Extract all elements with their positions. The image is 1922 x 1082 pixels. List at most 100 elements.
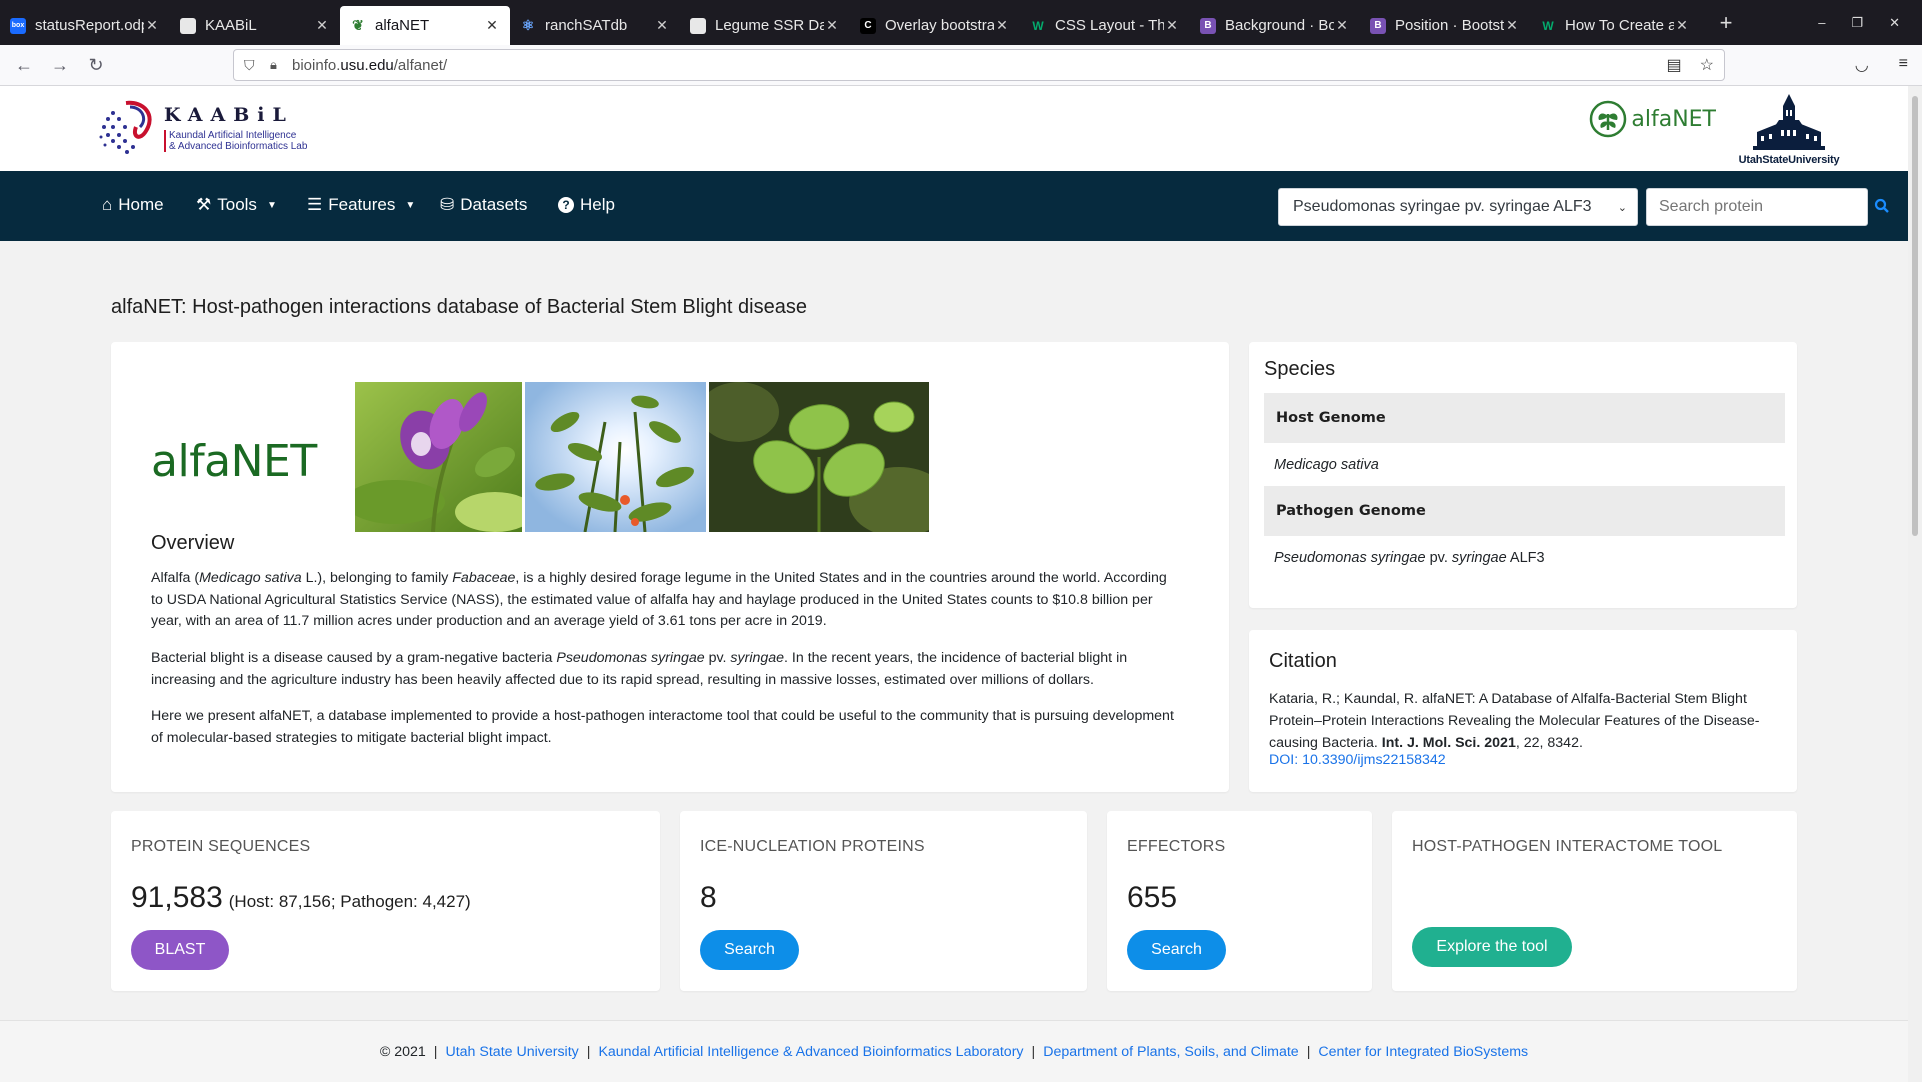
tab-label: Overlay bootstrap <box>885 17 994 34</box>
footer-link-kaabil[interactable]: Kaundal Artificial Intelligence & Advanc… <box>598 1044 1023 1060</box>
nav-help[interactable]: ? Help <box>558 195 615 215</box>
close-icon[interactable]: ✕ <box>1674 17 1690 34</box>
minimize-icon[interactable]: – <box>1818 15 1825 30</box>
reader-view-icon[interactable]: ▤ <box>1667 55 1682 75</box>
alfalfa-plant-sunlight-image <box>525 382 706 532</box>
overview-paragraph-3: Here we present alfaNET, a database impl… <box>151 708 1174 746</box>
footer-link-psc[interactable]: Department of Plants, Soils, and Climate <box>1043 1044 1299 1060</box>
footer-copyright: © 2021 <box>379 1043 426 1060</box>
footer-link-usu[interactable]: Utah State University <box>445 1044 578 1060</box>
forward-icon[interactable]: → <box>42 55 78 76</box>
close-icon[interactable]: ✕ <box>824 17 840 34</box>
reload-icon[interactable]: ↻ <box>78 55 114 76</box>
browser-tab[interactable]: W CSS Layout - The ✕ <box>1020 9 1190 43</box>
species-select[interactable]: Pseudomonas syringae pv. syringae ALF3 ⌄ <box>1278 188 1638 226</box>
close-icon[interactable]: ✕ <box>484 17 500 34</box>
bootstrap-icon: B <box>1200 17 1216 34</box>
browser-tab[interactable]: ⚛ ranchSATdb ✕ <box>510 9 680 43</box>
close-window-icon[interactable]: ✕ <box>1889 15 1900 31</box>
search-protein-input[interactable] <box>1646 188 1868 226</box>
browser-tab[interactable]: W How To Create an ✕ <box>1530 9 1700 43</box>
scrollbar-thumb[interactable] <box>1912 96 1918 536</box>
browser-toolbar: ← → ↻ ⛉ 🔒︎ bioinfo.usu.edu/alfanet/ ▤ ☆ … <box>0 45 1922 86</box>
tab-label: Background · Boo <box>1225 17 1334 34</box>
ice-nucleation-label: ICE-NUCLEATION PROTEINS <box>700 838 925 855</box>
browser-tab-active[interactable]: ❦ alfaNET ✕ <box>340 6 510 45</box>
effectors-search-button[interactable]: Search <box>1127 930 1226 970</box>
overview-heading: Overview <box>151 532 235 554</box>
question-icon: ? <box>558 197 574 213</box>
browser-tab[interactable]: Legume SSR Data ✕ <box>680 9 850 43</box>
close-icon[interactable]: ✕ <box>994 17 1010 34</box>
browser-tab[interactable]: KAABiL ✕ <box>170 9 340 43</box>
tab-label: ranchSATdb <box>545 17 628 34</box>
species-card: Species Host Genome Medicago sativa Path… <box>1249 342 1797 608</box>
browser-tab[interactable]: box statusReport.odp ✕ <box>0 9 170 43</box>
page: KAABiL Kaundal Artificial Intelligence &… <box>0 86 1908 1082</box>
nav-home[interactable]: ⌂ Home <box>102 195 164 215</box>
caret-down-icon: ▼ <box>266 199 277 211</box>
close-icon[interactable]: ✕ <box>144 17 160 34</box>
browser-tab[interactable]: C Overlay bootstrap ✕ <box>850 9 1020 43</box>
browser-tab[interactable]: B Background · Boo ✕ <box>1190 9 1360 43</box>
bookmark-star-icon[interactable]: ☆ <box>1700 55 1714 75</box>
overview-paragraph-2: Bacterial blight is a disease caused by … <box>151 650 1128 688</box>
ice-nucleation-card: ICE-NUCLEATION PROTEINS 8 Search <box>680 811 1087 991</box>
effectors-value: 655 <box>1127 881 1178 914</box>
alfalfa-leaves-image <box>709 382 929 532</box>
main-navbar: ⌂ Home ⚒ Tools ▼ ☰ Features ▼ ⛁ Datasets… <box>0 171 1908 241</box>
usu-wordmark: UtahStateUniversity <box>1738 154 1840 166</box>
back-icon[interactable]: ← <box>6 55 42 76</box>
alfanet-logo-text: alfaNET <box>151 436 317 487</box>
nav-tools-dropdown[interactable]: ⚒ Tools ▼ <box>196 195 277 215</box>
shield-icon[interactable]: ⛉ <box>244 57 260 74</box>
protein-sequences-card: PROTEIN SEQUENCES 91,583 (Host: 87,156; P… <box>111 811 660 991</box>
effectors-card: EFFECTORS 655 Search <box>1107 811 1372 991</box>
overview-card: alfaNET Overview Alfalfa (Medicago sativ… <box>111 342 1229 792</box>
menu-icon[interactable]: ≡ <box>1899 55 1908 75</box>
c-logo-icon: C <box>860 17 876 34</box>
lock-icon[interactable]: 🔒︎ <box>270 57 286 73</box>
close-icon[interactable]: ✕ <box>1504 17 1520 34</box>
blast-button[interactable]: BLAST <box>131 930 229 970</box>
close-icon[interactable]: ✕ <box>314 17 330 34</box>
footer: © 2021 | Utah State University | Kaundal… <box>0 1020 1908 1082</box>
protein-sequences-value: 91,583 (Host: 87,156; Pathogen: 4,427) <box>131 881 471 914</box>
restore-icon[interactable]: ❐ <box>1851 15 1863 31</box>
close-icon[interactable]: ✕ <box>1164 17 1180 34</box>
browser-tab[interactable]: B Position · Bootstr ✕ <box>1360 9 1530 43</box>
search-icon[interactable] <box>1874 198 1890 219</box>
close-icon[interactable]: ✕ <box>1334 17 1350 34</box>
protein-sequences-breakdown: (Host: 87,156; Pathogen: 4,427) <box>228 892 471 911</box>
tab-label: alfaNET <box>375 17 430 34</box>
interactome-tool-label: HOST-PATHOGEN INTERACTOME TOOL <box>1412 838 1723 855</box>
page-scrollbar[interactable] <box>1908 86 1922 1082</box>
kaabil-logo[interactable]: KAABiL Kaundal Artificial Intelligence &… <box>96 94 336 162</box>
site-header: KAABiL Kaundal Artificial Intelligence &… <box>0 86 1908 171</box>
interactome-tool-card: HOST-PATHOGEN INTERACTOME TOOL Explore t… <box>1392 811 1797 991</box>
pocket-icon[interactable]: ◡ <box>1855 55 1869 75</box>
alfanet-header-logo[interactable]: alfaNET <box>1589 100 1716 138</box>
database-icon: ⛁ <box>440 195 455 214</box>
doi-link[interactable]: DOI: 10.3390/ijms22158342 <box>1269 752 1446 768</box>
page-title: alfaNET: Host-pathogen interactions data… <box>111 296 807 318</box>
close-icon[interactable]: ✕ <box>654 17 670 34</box>
box-icon: box <box>10 17 26 34</box>
ice-search-button[interactable]: Search <box>700 930 799 970</box>
url-text[interactable]: bioinfo.usu.edu/alfanet/ <box>292 57 447 74</box>
address-bar[interactable]: ⛉ 🔒︎ bioinfo.usu.edu/alfanet/ ▤ ☆ <box>233 49 1725 81</box>
nav-features-dropdown[interactable]: ☰ Features ▼ <box>307 195 415 215</box>
usu-logo[interactable]: UtahStateUniversity <box>1730 92 1848 168</box>
tab-label: CSS Layout - The <box>1055 17 1164 34</box>
alfanet-header-text: alfaNET <box>1631 106 1716 132</box>
document-icon <box>690 17 706 34</box>
caret-down-icon: ▼ <box>405 199 416 211</box>
new-tab-icon[interactable]: + <box>1714 10 1738 36</box>
effectors-label: EFFECTORS <box>1127 838 1226 855</box>
explore-tool-button[interactable]: Explore the tool <box>1412 927 1572 967</box>
footer-link-cib[interactable]: Center for Integrated BioSystems <box>1318 1044 1528 1060</box>
home-icon: ⌂ <box>102 195 113 214</box>
nav-datasets[interactable]: ⛁ Datasets <box>440 195 527 215</box>
w3schools-icon: W <box>1032 18 1044 33</box>
species-heading: Species <box>1264 358 1336 380</box>
